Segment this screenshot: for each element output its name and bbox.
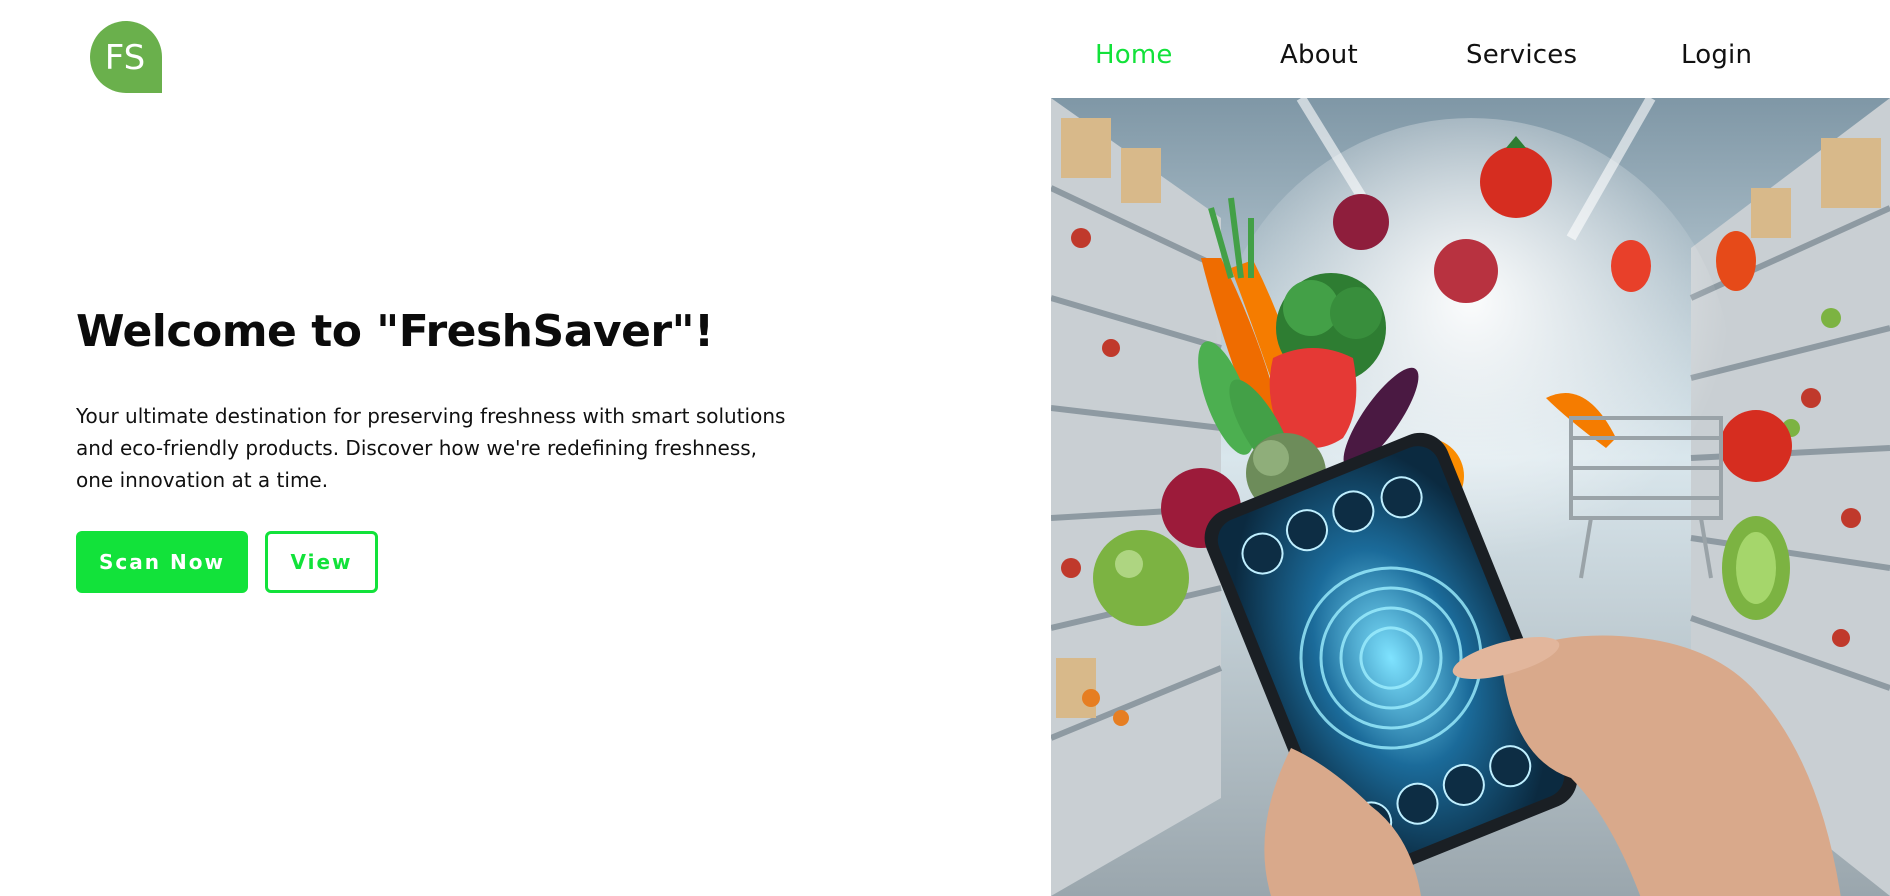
- view-button[interactable]: View: [265, 531, 378, 593]
- nav-about-link[interactable]: About: [1280, 40, 1358, 70]
- main-nav: Home About Services Login: [1051, 0, 1890, 98]
- svg-text:FS: FS: [105, 38, 146, 78]
- nav-home-link[interactable]: Home: [1095, 40, 1173, 70]
- freshsaver-logo[interactable]: FS: [88, 19, 164, 95]
- logo-icon: FS: [90, 21, 162, 93]
- hero-title: Welcome to "FreshSaver"!: [76, 306, 714, 357]
- scan-now-button[interactable]: Scan Now: [76, 531, 248, 593]
- nav-login-link[interactable]: Login: [1681, 40, 1752, 70]
- hero-description: Your ultimate destination for preserving…: [76, 404, 786, 492]
- hero-image: [1051, 98, 1890, 896]
- nav-services-link[interactable]: Services: [1466, 40, 1577, 70]
